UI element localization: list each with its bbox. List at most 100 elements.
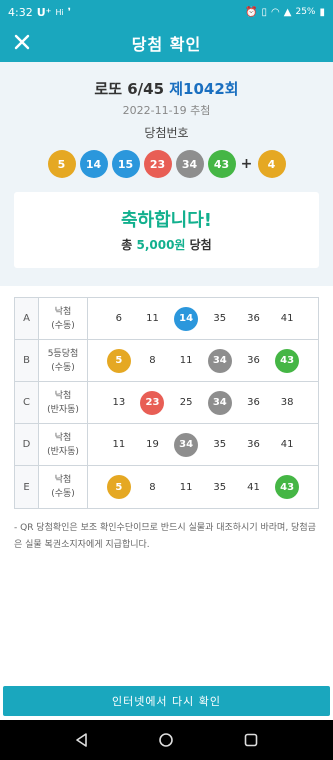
matched-number-ball: 43 — [275, 475, 300, 499]
game-number: 6 — [115, 313, 123, 324]
notice-text: - QR 당첨확인은 보조 확인수단이므로 반드시 실물과 대조하시기 바라며,… — [14, 523, 316, 550]
game-label: C — [15, 382, 39, 423]
signal-icon: ▲ — [283, 6, 292, 18]
game-number: 25 — [179, 397, 193, 408]
game-result-mode: (반자동) — [47, 404, 79, 415]
game-number: 38 — [280, 397, 294, 408]
game-label: E — [15, 466, 39, 508]
games-table: A 낙첨 (수동) 6 11 14 35 36 41 B 5등당첨 (수동) 5 8 11 34 36 43 C 낙첨… — [14, 297, 319, 509]
game-result-status: 낙첨 — [54, 432, 72, 443]
game-result-status: 5등당첨 — [47, 348, 79, 359]
system-nav-bar — [0, 720, 333, 760]
battery-level: 25% — [295, 7, 316, 17]
game-number: 35 — [213, 481, 227, 493]
game-number: 11 — [146, 313, 159, 324]
prize-prefix: 총 — [121, 238, 137, 252]
game-number: 41 — [280, 439, 294, 450]
status-time: 4:32 — [8, 5, 33, 19]
winning-number-ball: 14 — [79, 150, 108, 178]
game-number: 11 — [112, 439, 126, 450]
bonus-number-ball: 4 — [257, 150, 286, 178]
game-label: D — [15, 424, 39, 465]
battery-icon: ▮ — [319, 6, 325, 18]
hd-label: Hi — [55, 7, 64, 17]
winning-numbers-label: 당첨번호 — [144, 126, 189, 140]
game-result-mode: (수동) — [51, 489, 75, 499]
result-card: 축하합니다! 총 5,000원 당첨 — [14, 192, 319, 268]
status-bar: 4:32 U⁺ Hi ❜ ⏰ ▯ ◠ ▲ 25% ▮ — [0, 0, 333, 24]
game-number: 41 — [280, 313, 294, 324]
close-icon[interactable] — [10, 30, 34, 54]
prize-text: 총 5,000원 당첨 — [14, 236, 319, 253]
game-number: 36 — [247, 439, 260, 450]
game-result-mode: (수동) — [51, 320, 75, 331]
winning-number-ball: 23 — [143, 150, 172, 178]
game-numbers: 5 8 11 35 41 43 — [88, 466, 318, 508]
game-numbers: 13 23 25 34 36 38 — [88, 382, 318, 423]
game-result: 낙첨 (반자동) — [39, 424, 88, 465]
game-number: 8 — [149, 481, 156, 493]
game-row: D 낙첨 (반자동) 11 19 34 35 36 41 — [15, 424, 318, 466]
game-result-status: 낙첨 — [54, 306, 72, 317]
matched-number-ball: 34 — [174, 432, 199, 457]
back-icon[interactable] — [70, 728, 94, 752]
game-label: A — [15, 298, 39, 339]
draw-round: 제1042회 — [169, 80, 239, 98]
game-row: B 5등당첨 (수동) 5 8 11 34 36 43 — [15, 340, 318, 382]
game-result: 5등당첨 (수동) — [39, 340, 88, 381]
prize-amount: 5,000원 — [136, 238, 186, 252]
game-name: 로또 6/45 — [94, 80, 165, 98]
game-row: A 낙첨 (수동) 6 11 14 35 36 41 — [15, 298, 318, 340]
recheck-online-button[interactable]: 인터넷에서 다시 확인 — [3, 686, 330, 716]
winning-numbers: 5 14 15 23 34 43 +4 — [0, 150, 333, 178]
matched-number-ball: 43 — [275, 348, 300, 373]
game-numbers: 11 19 34 35 36 41 — [88, 424, 318, 465]
game-number: 35 — [213, 313, 227, 324]
game-label: B — [15, 340, 39, 381]
game-row: E 낙첨 (수동) 5 8 11 35 41 43 — [15, 466, 318, 508]
winning-number-ball: 15 — [111, 150, 140, 178]
winning-number-ball: 34 — [175, 150, 204, 178]
congrats-text: 축하합니다! — [120, 210, 212, 231]
game-number: 8 — [149, 355, 156, 366]
matched-number-ball: 34 — [207, 348, 232, 373]
game-result: 낙첨 (수동) — [39, 298, 88, 339]
game-number: 36 — [247, 313, 260, 324]
game-number: 11 — [179, 355, 193, 366]
recents-icon[interactable] — [239, 728, 263, 752]
game-number: 11 — [179, 481, 193, 493]
game-numbers: 6 11 14 35 36 41 — [88, 298, 318, 339]
game-number: 13 — [112, 397, 126, 408]
game-result: 낙첨 (반자동) — [39, 382, 88, 423]
wifi-icon: ◠ — [271, 6, 280, 18]
page-title: 당첨 확인 — [131, 35, 202, 54]
prize-suffix: 당첨 — [185, 238, 212, 252]
carrier-label: U⁺ — [36, 5, 52, 19]
alarm-icon: ⏰ — [245, 6, 258, 18]
matched-number-ball: 14 — [174, 306, 199, 331]
game-number: 36 — [247, 397, 260, 408]
game-numbers: 5 8 11 34 36 43 — [88, 340, 318, 381]
game-result-status: 낙첨 — [54, 475, 72, 485]
matched-number-ball: 5 — [106, 475, 131, 499]
app-header: 당첨 확인 — [0, 24, 333, 62]
game-result-mode: (반자동) — [47, 446, 79, 457]
game-number: 19 — [146, 439, 159, 450]
winning-number-ball: 5 — [47, 150, 76, 178]
home-icon[interactable] — [154, 728, 178, 752]
game-result-status: 낙첨 — [54, 390, 72, 401]
draw-summary: 로또 6/45 제1042회 2022-11-19 추첨 당첨번호 5 14 15 2… — [0, 62, 333, 286]
game-number: 36 — [247, 355, 260, 366]
game-result-mode: (수동) — [51, 362, 75, 373]
bonus-plus-sign: + — [240, 156, 253, 172]
draw-title: 로또 6/45 제1042회 — [0, 78, 333, 99]
draw-date: 2022-11-19 추첨 — [122, 104, 211, 117]
game-number: 35 — [213, 439, 227, 450]
matched-number-ball: 5 — [106, 348, 131, 373]
winning-number-ball: 43 — [207, 150, 236, 178]
matched-number-ball: 23 — [140, 390, 165, 415]
game-result: 낙첨 (수동) — [39, 466, 88, 508]
notification-icon: ❜ — [67, 6, 71, 18]
vibrate-icon: ▯ — [261, 6, 268, 18]
game-row: C 낙첨 (반자동) 13 23 25 34 36 38 — [15, 382, 318, 424]
